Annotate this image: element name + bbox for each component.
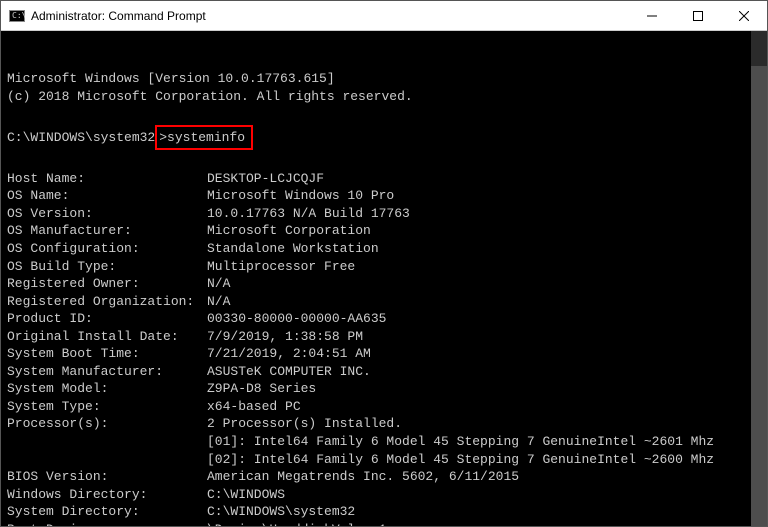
info-label: OS Manufacturer:: [7, 222, 207, 240]
info-value: 10.0.17763 N/A Build 17763: [207, 206, 410, 221]
svg-text:C:\: C:\: [12, 11, 25, 20]
info-label: OS Version:: [7, 205, 207, 223]
version-line: Microsoft Windows [Version 10.0.17763.61…: [7, 71, 335, 86]
info-row: OS Manufacturer:Microsoft Corporation: [7, 222, 761, 240]
info-label: Boot Device:: [7, 521, 207, 526]
info-value: DESKTOP-LCJCQJF: [207, 171, 324, 186]
window-title: Administrator: Command Prompt: [31, 9, 629, 23]
info-label: Product ID:: [7, 310, 207, 328]
info-row: System Boot Time:7/21/2019, 2:04:51 AM: [7, 345, 761, 363]
info-row: System Model:Z9PA-D8 Series: [7, 380, 761, 398]
info-label: Registered Organization:: [7, 293, 207, 311]
window-controls: [629, 1, 767, 30]
info-row: Boot Device:\Device\HarddiskVolume1: [7, 521, 761, 526]
minimize-icon: [647, 11, 657, 21]
info-row: Product ID:00330-80000-00000-AA635: [7, 310, 761, 328]
command-highlight-box: >systeminfo: [155, 125, 253, 151]
info-label: BIOS Version:: [7, 468, 207, 486]
info-value: Standalone Workstation: [207, 241, 379, 256]
info-label: System Directory:: [7, 503, 207, 521]
info-label: System Boot Time:: [7, 345, 207, 363]
info-value: Microsoft Corporation: [207, 223, 371, 238]
scrollbar-thumb[interactable]: [751, 66, 767, 526]
prompt-path: C:\WINDOWS\system32: [7, 130, 155, 145]
copyright-line: (c) 2018 Microsoft Corporation. All righ…: [7, 89, 413, 104]
info-value: 7/9/2019, 1:38:58 PM: [207, 329, 363, 344]
info-label: System Manufacturer:: [7, 363, 207, 381]
info-label: Processor(s):: [7, 415, 207, 433]
info-row: Windows Directory:C:\WINDOWS: [7, 486, 761, 504]
terminal-output[interactable]: Microsoft Windows [Version 10.0.17763.61…: [1, 31, 767, 526]
info-row: OS Version:10.0.17763 N/A Build 17763: [7, 205, 761, 223]
info-label: OS Build Type:: [7, 258, 207, 276]
entered-command: systeminfo: [167, 130, 245, 145]
info-row: [01]: Intel64 Family 6 Model 45 Stepping…: [7, 433, 761, 451]
info-value: 2 Processor(s) Installed.: [207, 416, 402, 431]
info-label: OS Name:: [7, 187, 207, 205]
info-value: x64-based PC: [207, 399, 301, 414]
info-label: Windows Directory:: [7, 486, 207, 504]
info-value: N/A: [207, 294, 230, 309]
info-label: Host Name:: [7, 170, 207, 188]
info-row: Original Install Date:7/9/2019, 1:38:58 …: [7, 328, 761, 346]
command-prompt-window: C:\ Administrator: Command Prompt Micros…: [0, 0, 768, 527]
vertical-scrollbar[interactable]: [751, 31, 767, 526]
info-label: Original Install Date:: [7, 328, 207, 346]
close-button[interactable]: [721, 1, 767, 30]
info-row: System Type:x64-based PC: [7, 398, 761, 416]
info-value: C:\WINDOWS\system32: [207, 504, 355, 519]
info-row: Registered Organization:N/A: [7, 293, 761, 311]
info-value: [02]: Intel64 Family 6 Model 45 Stepping…: [207, 452, 714, 467]
close-icon: [739, 11, 749, 21]
info-value: \Device\HarddiskVolume1: [207, 522, 386, 526]
info-row: [02]: Intel64 Family 6 Model 45 Stepping…: [7, 451, 761, 469]
maximize-icon: [693, 11, 703, 21]
info-value: Multiprocessor Free: [207, 259, 355, 274]
titlebar[interactable]: C:\ Administrator: Command Prompt: [1, 1, 767, 31]
info-row: Host Name:DESKTOP-LCJCQJF: [7, 170, 761, 188]
info-value: ASUSTeK COMPUTER INC.: [207, 364, 371, 379]
info-value: C:\WINDOWS: [207, 487, 285, 502]
info-value: 00330-80000-00000-AA635: [207, 311, 386, 326]
info-label: Registered Owner:: [7, 275, 207, 293]
info-value: Z9PA-D8 Series: [207, 381, 316, 396]
cmd-icon: C:\: [9, 8, 25, 24]
info-label: System Model:: [7, 380, 207, 398]
info-value: Microsoft Windows 10 Pro: [207, 188, 394, 203]
info-value: [01]: Intel64 Family 6 Model 45 Stepping…: [207, 434, 714, 449]
info-row: OS Configuration:Standalone Workstation: [7, 240, 761, 258]
info-row: OS Name:Microsoft Windows 10 Pro: [7, 187, 761, 205]
info-row: BIOS Version:American Megatrends Inc. 56…: [7, 468, 761, 486]
info-value: 7/21/2019, 2:04:51 AM: [207, 346, 371, 361]
info-value: American Megatrends Inc. 5602, 6/11/2015: [207, 469, 519, 484]
info-label: System Type:: [7, 398, 207, 416]
info-row: System Manufacturer:ASUSTeK COMPUTER INC…: [7, 363, 761, 381]
info-label: OS Configuration:: [7, 240, 207, 258]
info-value: N/A: [207, 276, 230, 291]
maximize-button[interactable]: [675, 1, 721, 30]
info-row: Processor(s):2 Processor(s) Installed.: [7, 415, 761, 433]
minimize-button[interactable]: [629, 1, 675, 30]
prompt-sep: >: [159, 130, 167, 145]
info-row: Registered Owner:N/A: [7, 275, 761, 293]
info-row: OS Build Type:Multiprocessor Free: [7, 258, 761, 276]
info-row: System Directory:C:\WINDOWS\system32: [7, 503, 761, 521]
